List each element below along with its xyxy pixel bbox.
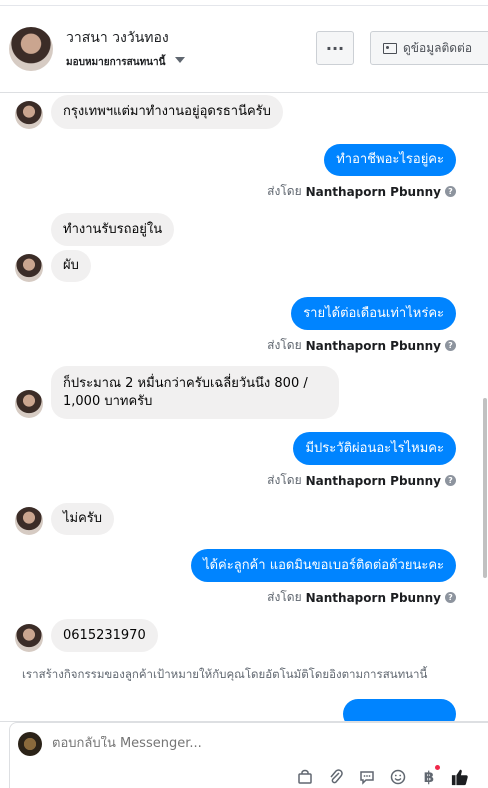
incoming-message[interactable]: ทำงานรับรถอยู่ใน (51, 213, 175, 246)
outgoing-message[interactable]: รายได้ต่อเดือนเท่าไหร่คะ (291, 297, 456, 330)
more-options-button[interactable]: ··· (316, 31, 354, 65)
top-divider (0, 0, 488, 6)
sender-name: Nanthaporn Pbunny (305, 590, 441, 605)
contact-avatar-small[interactable] (15, 624, 43, 652)
assign-conversation-label[interactable]: มอบหมายการสนทนานี้ (66, 55, 165, 70)
conversation-header: วาสนา วงวันทอง มอบหมายการสนทนานี้ ··· ดู… (0, 0, 488, 93)
contact-avatar[interactable] (9, 27, 53, 71)
contact-avatar-small[interactable] (15, 390, 43, 418)
help-icon[interactable]: ? (445, 475, 456, 486)
outgoing-message[interactable]: ได้ค่ะลูกค้า แอดมินขอเบอร์ติดต่อด้วยนะคะ (191, 549, 456, 582)
sent-by-prefix: ส่งโดย (267, 590, 302, 604)
sent-by-label: ส่งโดย Nanthaporn Pbunny ? (267, 182, 456, 201)
incoming-message[interactable]: 0615231970 (51, 619, 158, 652)
view-contact-info-label: ดูข้อมูลติดต่อ (403, 40, 473, 55)
baht-icon[interactable]: ฿ (420, 765, 440, 786)
scrollbar[interactable] (483, 398, 487, 578)
sender-name: Nanthaporn Pbunny (305, 338, 441, 353)
sent-by-prefix: ส่งโดย (267, 184, 302, 198)
incoming-message[interactable]: ผับ (51, 250, 91, 282)
contact-avatar-small[interactable] (15, 254, 43, 282)
sent-by-label: ส่งโดย Nanthaporn Pbunny ? (267, 471, 456, 490)
contact-name[interactable]: วาสนา วงวันทอง (66, 27, 169, 49)
emoji-icon[interactable] (389, 768, 407, 786)
contact-avatar-small[interactable] (15, 507, 43, 535)
bag-icon[interactable] (296, 768, 314, 786)
sender-name: Nanthaporn Pbunny (305, 473, 441, 488)
outgoing-message[interactable]: มีประวัติผ่อนอะไรไหมคะ (293, 432, 456, 465)
composer-toolbar: ฿ (296, 765, 469, 788)
reply-composer: ฿ (0, 721, 488, 788)
help-icon[interactable]: ? (445, 592, 456, 603)
message-thread[interactable]: กรุงเทพฯแต่มาทำงานอยู่อุดรธานีครับ ทำอาช… (0, 93, 488, 721)
incoming-message[interactable]: ไม่ครับ (51, 503, 115, 535)
caret-down-icon[interactable] (175, 57, 185, 63)
sender-name: Nanthaporn Pbunny (305, 184, 441, 199)
sent-by-label: ส่งโดย Nanthaporn Pbunny ? (267, 336, 456, 355)
incoming-message[interactable]: กรุงเทพฯแต่มาทำงานอยู่อุดรธานีครับ (51, 95, 283, 129)
sent-by-label: ส่งโดย Nanthaporn Pbunny ? (267, 588, 456, 607)
attachment-icon[interactable] (327, 768, 345, 786)
help-icon[interactable]: ? (445, 186, 456, 197)
contact-card-icon (383, 42, 397, 54)
like-icon[interactable] (451, 768, 469, 786)
chat-icon[interactable] (358, 768, 376, 786)
outgoing-message-partial[interactable] (343, 699, 456, 721)
outgoing-message[interactable]: ทำอาชีพอะไรอยู่คะ (324, 144, 456, 176)
page-avatar (18, 732, 42, 756)
reply-input[interactable] (52, 736, 352, 751)
notification-dot (435, 765, 440, 770)
help-icon[interactable]: ? (445, 340, 456, 351)
sent-by-prefix: ส่งโดย (267, 473, 302, 487)
view-contact-info-button[interactable]: ดูข้อมูลติดต่อ (370, 31, 488, 65)
sent-by-prefix: ส่งโดย (267, 338, 302, 352)
auto-activity-notice: เราสร้างกิจกรรมของลูกค้าเป้าหมายให้กับคุ… (22, 667, 428, 681)
incoming-message[interactable]: ก็ประมาณ 2 หมื่นกว่าครับเฉลี่ยวันนึง 800… (51, 366, 339, 419)
contact-avatar-small[interactable] (15, 101, 43, 129)
